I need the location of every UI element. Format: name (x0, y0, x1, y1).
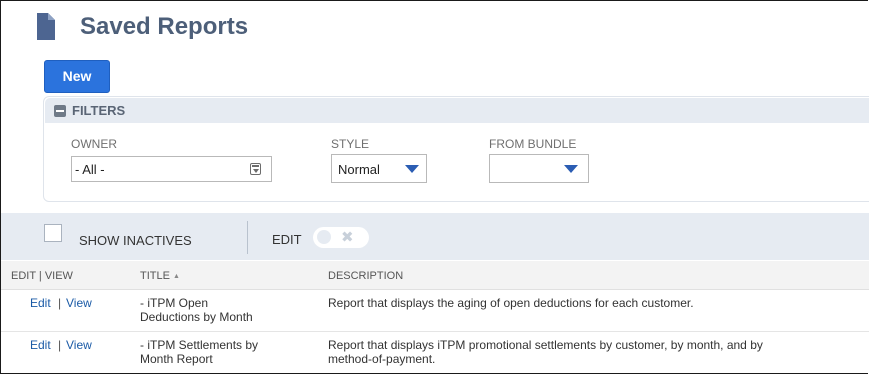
link-separator: | (58, 338, 62, 352)
report-title-line: Month Report (140, 352, 213, 366)
toolbar-divider (247, 221, 248, 254)
new-button[interactable]: New (44, 60, 110, 93)
report-description: Report that displays the aging of open d… (328, 296, 694, 310)
report-title-line: - iTPM Open (140, 296, 209, 310)
close-icon: ✖ (341, 229, 354, 246)
style-select[interactable]: Normal (331, 154, 427, 183)
collapse-icon[interactable] (54, 105, 66, 117)
style-value: Normal (338, 162, 380, 177)
report-description-line: Report that displays iTPM promotional se… (328, 338, 763, 352)
bundle-select[interactable] (489, 154, 589, 183)
owner-value: - All - (75, 162, 105, 177)
sort-ascending-icon: ▲ (173, 273, 180, 280)
edit-link[interactable]: Edit (30, 338, 51, 352)
bundle-label: FROM BUNDLE (489, 137, 577, 151)
filters-panel: FILTERS (43, 96, 869, 202)
toggle-knob (317, 230, 331, 244)
column-header-edit-view: EDIT | VIEW (11, 270, 73, 282)
report-description-line: Report that displays the aging of open d… (328, 296, 694, 310)
link-separator: | (58, 296, 62, 310)
report-title-line: Deductions by Month (140, 310, 253, 324)
report-description-line: method-of-payment. (328, 352, 436, 366)
edit-link[interactable]: Edit (30, 296, 51, 310)
report-description: Report that displays iTPM promotional se… (328, 338, 763, 366)
document-icon (37, 13, 55, 40)
owner-select[interactable]: - All - (71, 156, 272, 182)
view-link[interactable]: View (66, 338, 92, 352)
edit-toggle-label: EDIT (272, 232, 302, 247)
show-inactives-checkbox[interactable] (44, 224, 62, 242)
page-title: Saved Reports (80, 13, 249, 40)
edit-toggle[interactable]: ✖ (313, 227, 369, 248)
table-header (1, 261, 869, 290)
view-link[interactable]: View (66, 296, 92, 310)
filters-header[interactable]: FILTERS (45, 98, 869, 123)
chevron-down-icon[interactable] (405, 165, 419, 173)
owner-label: OWNER (71, 137, 117, 151)
chevron-down-icon[interactable] (564, 165, 578, 173)
style-label: STYLE (331, 137, 370, 151)
report-title: - iTPM Settlements by Month Report (140, 338, 258, 366)
filters-label: FILTERS (72, 103, 126, 118)
column-title-label: TITLE (140, 270, 170, 282)
column-header-description: DESCRIPTION (328, 270, 404, 282)
list-picker-icon[interactable] (250, 163, 261, 175)
column-header-title[interactable]: TITLE ▲ (140, 270, 180, 282)
report-title: - iTPM Open Deductions by Month (140, 296, 253, 324)
show-inactives-label[interactable]: SHOW INACTIVES (79, 233, 192, 248)
report-title-line: - iTPM Settlements by (140, 338, 259, 352)
